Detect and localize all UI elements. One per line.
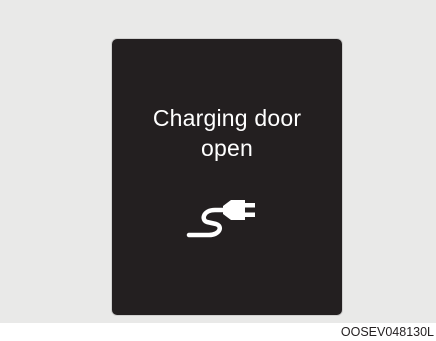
cluster-display-panel: Charging door open	[112, 39, 342, 315]
charging-plug-icon	[186, 200, 255, 238]
figure-code: OOSEV048130L	[340, 325, 434, 339]
message-line-1: Charging door	[152, 105, 302, 131]
charging-door-message: Charging door open	[112, 103, 342, 163]
message-line-2: open	[201, 135, 253, 161]
figure-frame: Charging door open	[0, 0, 436, 323]
